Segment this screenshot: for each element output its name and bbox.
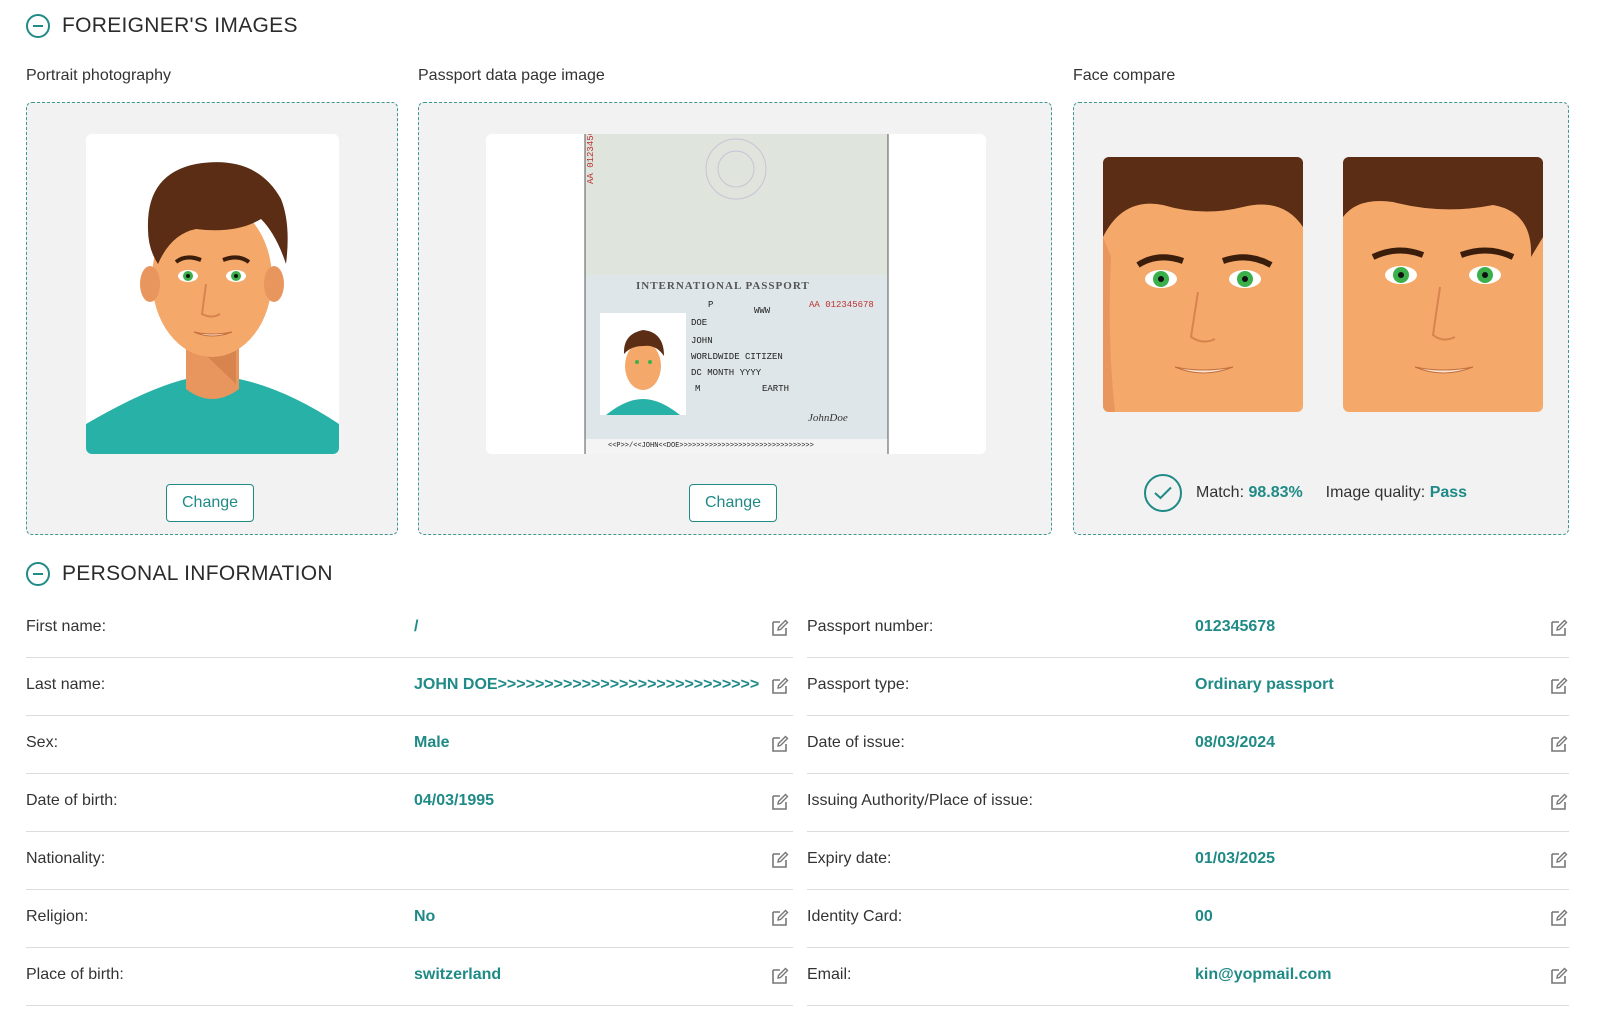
section-title: PERSONAL INFORMATION — [62, 562, 333, 585]
field-value: Male — [414, 734, 450, 751]
edit-icon[interactable] — [1549, 734, 1569, 754]
change-passport-button[interactable]: Change — [689, 484, 778, 522]
passport-place-of-birth: EARTH — [762, 384, 790, 394]
passport-serial: AA 012345678 — [586, 134, 596, 184]
info-row: Religion: No Identity Card: 00 — [26, 890, 1569, 948]
collapse-personal-icon[interactable] — [26, 562, 50, 586]
field-label: Date of birth: — [26, 792, 118, 809]
field-value: 00 — [1195, 908, 1213, 925]
edit-icon[interactable] — [770, 792, 790, 812]
face-crop-portrait — [1103, 157, 1303, 412]
edit-icon[interactable] — [1549, 908, 1569, 928]
field-label: Expiry date: — [807, 850, 892, 867]
field-value: 08/03/2024 — [1195, 734, 1276, 751]
face-match-result: Match: 98.83% Image quality: Pass — [1144, 474, 1467, 512]
info-row: Sex: Male Date of issue: 08/03/2024 — [26, 716, 1569, 774]
field-label: Identity Card: — [807, 908, 903, 925]
field-value: Ordinary passport — [1195, 676, 1334, 693]
field-label: First name: — [26, 618, 107, 635]
info-row: First name: / Passport number: 012345678 — [26, 600, 1569, 658]
field-label: Issuing Authority/Place of issue: — [807, 792, 1033, 809]
info-row: Last name: JOHN DOE>>>>>>>>>>>>>>>>>>>>>… — [26, 658, 1569, 716]
passport-code: WWW — [754, 306, 771, 316]
field-label: Passport type: — [807, 676, 910, 693]
passport-image-label: Passport data page image — [418, 67, 605, 84]
section-title: FOREIGNER'S IMAGES — [62, 14, 298, 37]
passport-no: AA 012345678 — [809, 300, 874, 310]
edit-icon[interactable] — [1549, 966, 1569, 986]
edit-icon[interactable] — [1549, 676, 1569, 696]
face-crop-passport — [1343, 157, 1543, 412]
passport-mrz: <<P>>/<<JOHN<<DOE>>>>>>>>>>>>>>>>>>>>>>>… — [608, 442, 814, 450]
passport-nationality: WORLDWIDE CITIZEN — [691, 352, 783, 362]
edit-icon[interactable] — [770, 676, 790, 696]
edit-icon[interactable] — [1549, 850, 1569, 870]
field-value: switzerland — [414, 966, 502, 983]
passport-signature: JohnDoe — [808, 412, 848, 424]
field-label: Place of birth: — [26, 966, 124, 983]
match-text: Match: 98.83% Image quality: Pass — [1196, 484, 1467, 502]
passport-given-names: JOHN — [691, 336, 713, 346]
match-value: 98.83% — [1248, 484, 1303, 501]
quality-label: Image quality: — [1325, 484, 1426, 501]
info-row: Nationality: Expiry date: 01/03/2025 — [26, 832, 1569, 890]
passport-sex: M — [695, 384, 701, 394]
passport-heading: INTERNATIONAL PASSPORT — [636, 280, 810, 292]
field-label: Religion: — [26, 908, 89, 925]
field-value: / — [414, 618, 419, 635]
field-label: Nationality: — [26, 850, 106, 867]
info-row: Date of birth: 04/03/1995 Issuing Author… — [26, 774, 1569, 832]
field-value: 012345678 — [1195, 618, 1276, 635]
change-portrait-button[interactable]: Change — [166, 484, 255, 522]
face-compare-label: Face compare — [1073, 67, 1176, 84]
field-label: Last name: — [26, 676, 106, 693]
portrait-photo — [86, 134, 339, 454]
edit-icon[interactable] — [1549, 618, 1569, 638]
field-label: Email: — [807, 966, 852, 983]
field-label: Sex: — [26, 734, 59, 751]
field-value: kin@yopmail.com — [1195, 966, 1332, 983]
passport-dob: DC MONTH YYYY — [691, 368, 762, 378]
field-value: No — [414, 908, 436, 925]
field-label: Date of issue: — [807, 734, 905, 751]
edit-icon[interactable] — [770, 966, 790, 986]
collapse-images-icon[interactable] — [26, 14, 50, 38]
edit-icon[interactable] — [770, 618, 790, 638]
portrait-label: Portrait photography — [26, 67, 171, 84]
passport-surname: DOE — [691, 318, 708, 328]
quality-value: Pass — [1429, 484, 1468, 501]
passport-image: AA 012345678 INTERNATIONAL PASSPORT P WW… — [486, 134, 986, 454]
edit-icon[interactable] — [1549, 792, 1569, 812]
personal-info-table: First name: / Passport number: 012345678… — [26, 600, 1569, 1006]
check-circle-icon — [1144, 474, 1182, 512]
foreigner-images-header: FOREIGNER'S IMAGES — [26, 14, 298, 38]
passport-type: P — [708, 300, 714, 310]
field-value: 01/03/2025 — [1195, 850, 1276, 867]
field-label: Passport number: — [807, 618, 934, 635]
edit-icon[interactable] — [770, 734, 790, 754]
info-row: Place of birth: switzerland Email: kin@y… — [26, 948, 1569, 1006]
field-value: 04/03/1995 — [414, 792, 495, 809]
edit-icon[interactable] — [770, 850, 790, 870]
field-value: JOHN DOE>>>>>>>>>>>>>>>>>>>>>>>>>>>> — [414, 676, 760, 693]
match-label: Match: — [1196, 484, 1245, 501]
edit-icon[interactable] — [770, 908, 790, 928]
personal-info-header: PERSONAL INFORMATION — [26, 562, 333, 586]
